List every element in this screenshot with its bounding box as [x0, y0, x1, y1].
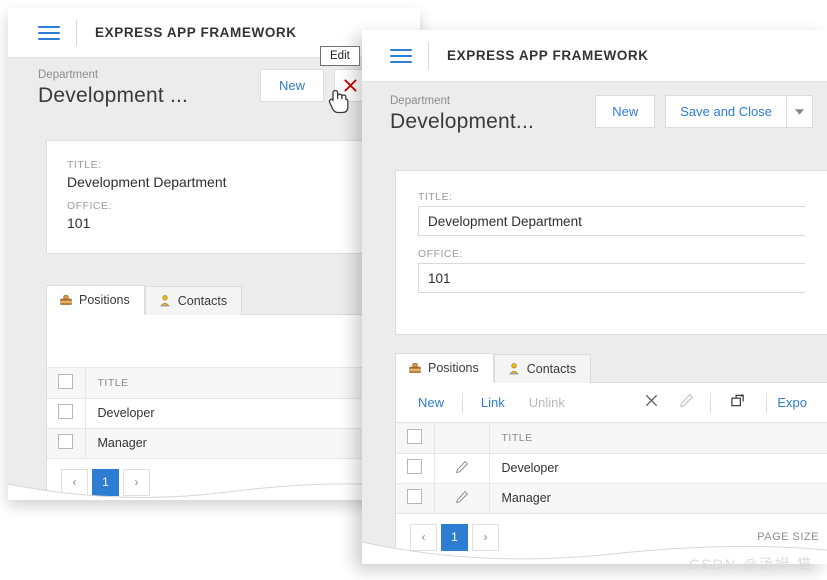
positions-icon: [408, 361, 422, 375]
front-header-actions: New Save and Close: [595, 95, 813, 132]
contacts-icon: [158, 294, 172, 308]
front-page-header: Department Development... New Save and C…: [362, 82, 827, 140]
new-button[interactable]: New: [260, 69, 324, 102]
cell-title: Developer: [489, 453, 827, 483]
tab-contacts[interactable]: Contacts: [145, 286, 242, 315]
row-edit-cell[interactable]: [434, 453, 489, 483]
tab-positions[interactable]: Positions: [46, 285, 145, 315]
toolbar-divider: [710, 393, 711, 413]
back-page-header: Department Development ... New: [8, 58, 420, 114]
hamburger-icon[interactable]: [390, 45, 412, 67]
cell-title: Manager: [489, 483, 827, 513]
positions-icon: [59, 293, 73, 307]
office-input-value: 101: [428, 271, 451, 286]
front-grid-toolbar: New Link Unlink: [395, 383, 827, 423]
front-header-text: Department Development...: [390, 96, 534, 133]
office-field-label: OFFICE:: [67, 200, 400, 212]
pencil-icon: [679, 393, 694, 408]
screenshot-stage: EXPRESS APP FRAMEWORK Department Develop…: [0, 0, 827, 580]
contacts-icon: [507, 362, 521, 376]
title-field-value: Development Department: [67, 174, 400, 190]
paper-bottom-edge: [8, 462, 420, 500]
tab-positions[interactable]: Positions: [395, 353, 494, 383]
select-all-cell: [47, 368, 85, 398]
row-edit-cell[interactable]: [434, 483, 489, 513]
page-title: Development ...: [38, 85, 188, 106]
open-in-window-icon: [730, 393, 746, 408]
save-split-button: Save and Close: [665, 95, 813, 128]
app-title: EXPRESS APP FRAMEWORK: [447, 48, 649, 63]
row-checkbox[interactable]: [58, 434, 73, 449]
row-select-cell: [396, 453, 434, 483]
title-input-value: Development Department: [428, 214, 582, 229]
watermark: CSDN @汤姆 猫: [689, 554, 813, 574]
row-checkbox[interactable]: [407, 459, 422, 474]
front-field-office: OFFICE: 101: [396, 236, 827, 293]
chevron-down-icon: [795, 109, 804, 115]
tab-contacts[interactable]: Contacts: [494, 354, 591, 383]
breadcrumb-kicker: Department: [38, 70, 188, 82]
front-topbar: EXPRESS APP FRAMEWORK: [362, 30, 827, 82]
topbar-divider: [76, 20, 77, 46]
front-tabstrip: Positions Contacts: [395, 352, 827, 383]
edit-column-header: [434, 423, 489, 453]
close-x-icon: [343, 78, 358, 93]
pencil-icon: [455, 490, 469, 504]
grid-link-button[interactable]: Link: [469, 395, 517, 410]
office-field-label: OFFICE:: [418, 248, 805, 260]
row-select-cell: [47, 428, 85, 458]
title-field-label: TITLE:: [418, 191, 805, 203]
toolbar-divider: [766, 393, 767, 413]
front-grid: TITLE Developer: [395, 423, 827, 514]
title-input[interactable]: Development Department: [418, 206, 805, 236]
tab-positions-label: Positions: [79, 293, 130, 307]
grid-export-button[interactable]: Expo: [773, 395, 811, 410]
front-field-title: TITLE: Development Department: [396, 171, 827, 236]
grid-edit-button: [669, 393, 704, 413]
select-all-checkbox[interactable]: [58, 374, 73, 389]
breadcrumb-kicker: Department: [390, 96, 534, 108]
grid-new-button[interactable]: New: [406, 395, 456, 410]
table-row[interactable]: Developer: [396, 453, 827, 483]
front-grid-table: TITLE Developer: [396, 423, 827, 514]
grid-unlink-button: Unlink: [517, 395, 577, 410]
tab-contacts-label: Contacts: [527, 362, 576, 376]
front-detail-card: TITLE: Development Department OFFICE: 10…: [395, 170, 827, 335]
row-checkbox[interactable]: [407, 489, 422, 504]
save-and-close-button[interactable]: Save and Close: [665, 95, 787, 128]
office-input[interactable]: 101: [418, 263, 805, 293]
select-all-checkbox[interactable]: [407, 429, 422, 444]
grid-delete-button[interactable]: [634, 393, 669, 413]
back-window: EXPRESS APP FRAMEWORK Department Develop…: [8, 8, 420, 500]
pencil-icon: [455, 460, 469, 474]
select-all-cell: [396, 423, 434, 453]
close-x-icon: [644, 393, 659, 408]
grid-popup-button[interactable]: [716, 393, 760, 413]
back-header-text: Department Development ...: [38, 70, 188, 107]
table-row[interactable]: Manager: [396, 483, 827, 513]
topbar-divider: [428, 43, 429, 69]
edit-tooltip: Edit: [320, 46, 360, 66]
edit-tooltip-label: Edit: [330, 50, 350, 62]
table-header-row: TITLE: [396, 423, 827, 453]
hamburger-icon[interactable]: [38, 22, 60, 44]
row-select-cell: [47, 398, 85, 428]
tab-positions-label: Positions: [428, 361, 479, 375]
column-title: TITLE: [489, 423, 827, 453]
tab-contacts-label: Contacts: [178, 294, 227, 308]
office-field-value: 101: [67, 215, 400, 231]
new-button[interactable]: New: [595, 95, 655, 128]
title-field-label: TITLE:: [67, 159, 400, 171]
save-dropdown-toggle[interactable]: [787, 95, 813, 128]
toolbar-divider: [462, 393, 463, 413]
row-checkbox[interactable]: [58, 404, 73, 419]
page-title: Development...: [390, 111, 534, 132]
app-title: EXPRESS APP FRAMEWORK: [95, 25, 297, 40]
row-select-cell: [396, 483, 434, 513]
front-window: EXPRESS APP FRAMEWORK Department Develop…: [362, 30, 827, 564]
